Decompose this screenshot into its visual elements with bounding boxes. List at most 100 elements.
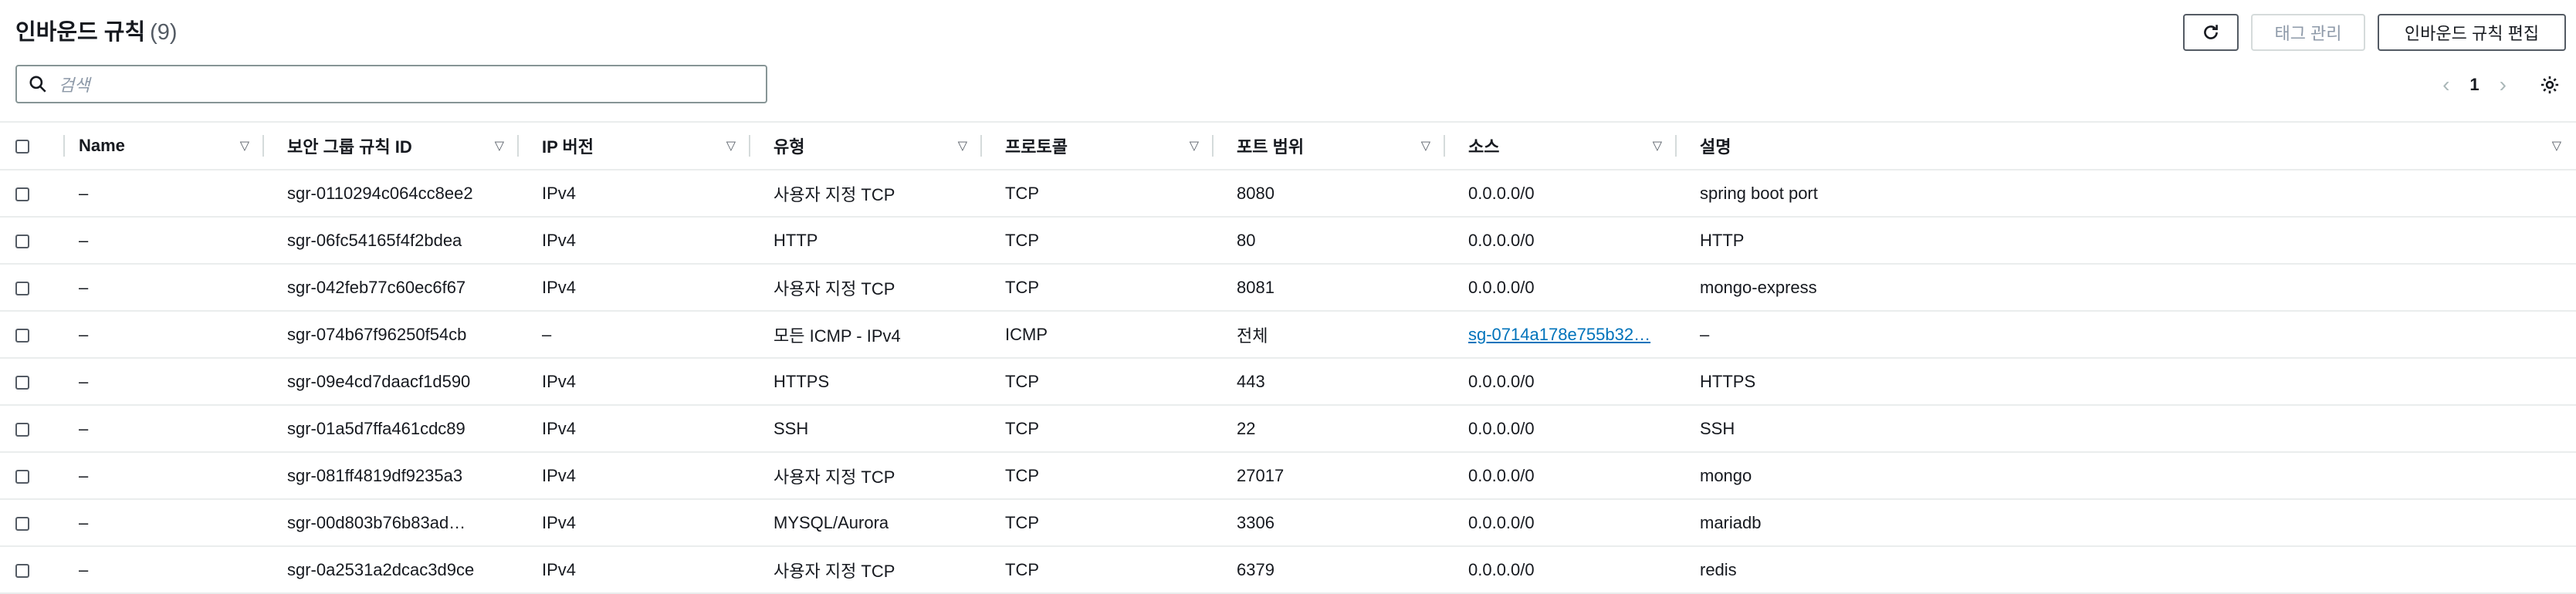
row-select-cell bbox=[0, 452, 65, 500]
row-select-cell bbox=[0, 546, 65, 594]
row-checkbox[interactable] bbox=[15, 281, 29, 295]
cell-name: – bbox=[65, 264, 264, 312]
table-row[interactable]: – sgr-00d803b76b83ad… IPv4 MYSQL/Aurora … bbox=[0, 499, 2576, 547]
cell-description: – bbox=[1677, 311, 2576, 359]
cell-port-range: 27017 bbox=[1214, 452, 1445, 500]
row-checkbox[interactable] bbox=[15, 234, 29, 248]
cell-rule-id: sgr-0110294c064cc8ee2 bbox=[264, 170, 519, 218]
select-all-cell bbox=[0, 121, 65, 170]
edit-inbound-rules-button[interactable]: 인바운드 규칙 편집 bbox=[2378, 14, 2566, 51]
column-header-type[interactable]: 유형 ▽ bbox=[750, 121, 982, 170]
table-row[interactable]: – sgr-09e4cd7daacf1d590 IPv4 HTTPS TCP 4… bbox=[0, 358, 2576, 406]
table-row[interactable]: – sgr-06fc54165f4f2bdea IPv4 HTTP TCP 80… bbox=[0, 217, 2576, 265]
table-row[interactable]: – sgr-074b67f96250f54cb – 모든 ICMP - IPv4… bbox=[0, 311, 2576, 359]
cell-protocol: TCP bbox=[982, 405, 1214, 453]
row-select-cell bbox=[0, 499, 65, 547]
current-page[interactable]: 1 bbox=[2469, 75, 2479, 95]
sort-icon[interactable]: ▽ bbox=[958, 138, 967, 154]
row-select-cell bbox=[0, 170, 65, 218]
column-header-protocol[interactable]: 프로토콜 ▽ bbox=[982, 121, 1214, 170]
cell-rule-id: sgr-0a2531a2dcac3d9ce bbox=[264, 546, 519, 594]
table-row[interactable]: – sgr-081ff4819df9235a3 IPv4 사용자 지정 TCP … bbox=[0, 452, 2576, 500]
column-label: 소스 bbox=[1468, 137, 1500, 157]
column-label: 포트 범위 bbox=[1237, 137, 1305, 157]
cell-source: 0.0.0.0/0 bbox=[1445, 499, 1677, 547]
sort-icon[interactable]: ▽ bbox=[726, 138, 736, 154]
search-placeholder: 검색 bbox=[59, 76, 90, 95]
select-all-checkbox[interactable] bbox=[15, 140, 29, 154]
sort-icon[interactable]: ▽ bbox=[2552, 138, 2561, 154]
column-header-ip-version[interactable]: IP 버전 ▽ bbox=[519, 121, 750, 170]
column-header-name[interactable]: Name ▽ bbox=[65, 121, 264, 170]
panel-header: 인바운드 규칙 (9) 태그 관리 인바운드 규칙 편집 bbox=[0, 0, 2576, 62]
row-checkbox[interactable] bbox=[15, 422, 29, 437]
cell-protocol: TCP bbox=[982, 499, 1214, 547]
cell-protocol: ICMP bbox=[982, 311, 1214, 359]
cell-rule-id: sgr-09e4cd7daacf1d590 bbox=[264, 358, 519, 406]
cell-name: – bbox=[65, 546, 264, 594]
cell-name: – bbox=[65, 499, 264, 547]
refresh-icon bbox=[2204, 25, 2218, 39]
cell-ip-version: IPv4 bbox=[519, 264, 750, 312]
cell-description: HTTPS bbox=[1677, 358, 2576, 406]
cell-port-range: 22 bbox=[1214, 405, 1445, 453]
cell-description: SSH bbox=[1677, 405, 2576, 453]
cell-source: 0.0.0.0/0 bbox=[1445, 405, 1677, 453]
cell-port-range: 전체 bbox=[1214, 311, 1445, 359]
cell-source: 0.0.0.0/0 bbox=[1445, 452, 1677, 500]
cell-rule-id: sgr-00d803b76b83ad… bbox=[264, 499, 519, 547]
table-row[interactable]: – sgr-0110294c064cc8ee2 IPv4 사용자 지정 TCP … bbox=[0, 170, 2576, 218]
cell-type: SSH bbox=[750, 405, 982, 453]
row-checkbox[interactable] bbox=[15, 375, 29, 390]
cell-source: 0.0.0.0/0 bbox=[1445, 170, 1677, 218]
sort-icon[interactable]: ▽ bbox=[495, 138, 504, 154]
cell-port-range: 8081 bbox=[1214, 264, 1445, 312]
cell-source: 0.0.0.0/0 bbox=[1445, 546, 1677, 594]
row-checkbox[interactable] bbox=[15, 516, 29, 531]
column-header-source[interactable]: 소스 ▽ bbox=[1445, 121, 1677, 170]
inbound-rules-table: Name ▽ 보안 그룹 규칙 ID ▽ IP 버전 ▽ 유형 ▽ 프로토콜 ▽ 포트 범… bbox=[0, 121, 2576, 594]
sort-icon[interactable]: ▽ bbox=[240, 138, 249, 154]
cell-rule-id: sgr-081ff4819df9235a3 bbox=[264, 452, 519, 500]
cell-ip-version: IPv4 bbox=[519, 217, 750, 265]
gear-icon[interactable] bbox=[2539, 74, 2561, 96]
cell-name: – bbox=[65, 358, 264, 406]
cell-type: 모든 ICMP - IPv4 bbox=[750, 311, 982, 359]
table-row[interactable]: – sgr-042feb77c60ec6f67 IPv4 사용자 지정 TCP … bbox=[0, 264, 2576, 312]
row-select-cell bbox=[0, 217, 65, 265]
cell-port-range: 3306 bbox=[1214, 499, 1445, 547]
sort-icon[interactable]: ▽ bbox=[1421, 138, 1430, 154]
cell-type: 사용자 지정 TCP bbox=[750, 546, 982, 594]
refresh-button[interactable] bbox=[2183, 14, 2239, 51]
row-checkbox[interactable] bbox=[15, 187, 29, 201]
column-label: 프로토콜 bbox=[1005, 137, 1068, 157]
column-label: 보안 그룹 규칙 ID bbox=[287, 137, 412, 157]
chevron-left-icon[interactable]: ‹ bbox=[2442, 73, 2449, 97]
cell-rule-id: sgr-074b67f96250f54cb bbox=[264, 311, 519, 359]
cell-port-range: 6379 bbox=[1214, 546, 1445, 594]
column-header-description[interactable]: 설명 ▽ bbox=[1677, 121, 2576, 170]
cell-ip-version: IPv4 bbox=[519, 358, 750, 406]
search-input[interactable]: 검색 bbox=[15, 65, 767, 103]
row-checkbox[interactable] bbox=[15, 328, 29, 343]
cell-type: 사용자 지정 TCP bbox=[750, 264, 982, 312]
sort-icon[interactable]: ▽ bbox=[1190, 138, 1199, 154]
cell-port-range: 443 bbox=[1214, 358, 1445, 406]
rule-count: (9) bbox=[150, 20, 178, 45]
cell-protocol: TCP bbox=[982, 546, 1214, 594]
cell-ip-version: IPv4 bbox=[519, 170, 750, 218]
source-security-group-link[interactable]: sg-0714a178e755b32… bbox=[1468, 325, 1650, 344]
column-header-port-range[interactable]: 포트 범위 ▽ bbox=[1214, 121, 1445, 170]
cell-source: sg-0714a178e755b32… bbox=[1445, 311, 1677, 359]
cell-ip-version: IPv4 bbox=[519, 546, 750, 594]
table-row[interactable]: – sgr-01a5d7ffa461cdc89 IPv4 SSH TCP 22 … bbox=[0, 405, 2576, 453]
manage-tags-button[interactable]: 태그 관리 bbox=[2251, 14, 2365, 51]
row-select-cell bbox=[0, 264, 65, 312]
table-row[interactable]: – sgr-0a2531a2dcac3d9ce IPv4 사용자 지정 TCP … bbox=[0, 546, 2576, 594]
sort-icon[interactable]: ▽ bbox=[1653, 138, 1662, 154]
cell-ip-version: IPv4 bbox=[519, 405, 750, 453]
column-header-rule-id[interactable]: 보안 그룹 규칙 ID ▽ bbox=[264, 121, 519, 170]
cell-rule-id: sgr-06fc54165f4f2bdea bbox=[264, 217, 519, 265]
row-checkbox[interactable] bbox=[15, 469, 29, 484]
chevron-right-icon[interactable]: › bbox=[2500, 73, 2507, 97]
